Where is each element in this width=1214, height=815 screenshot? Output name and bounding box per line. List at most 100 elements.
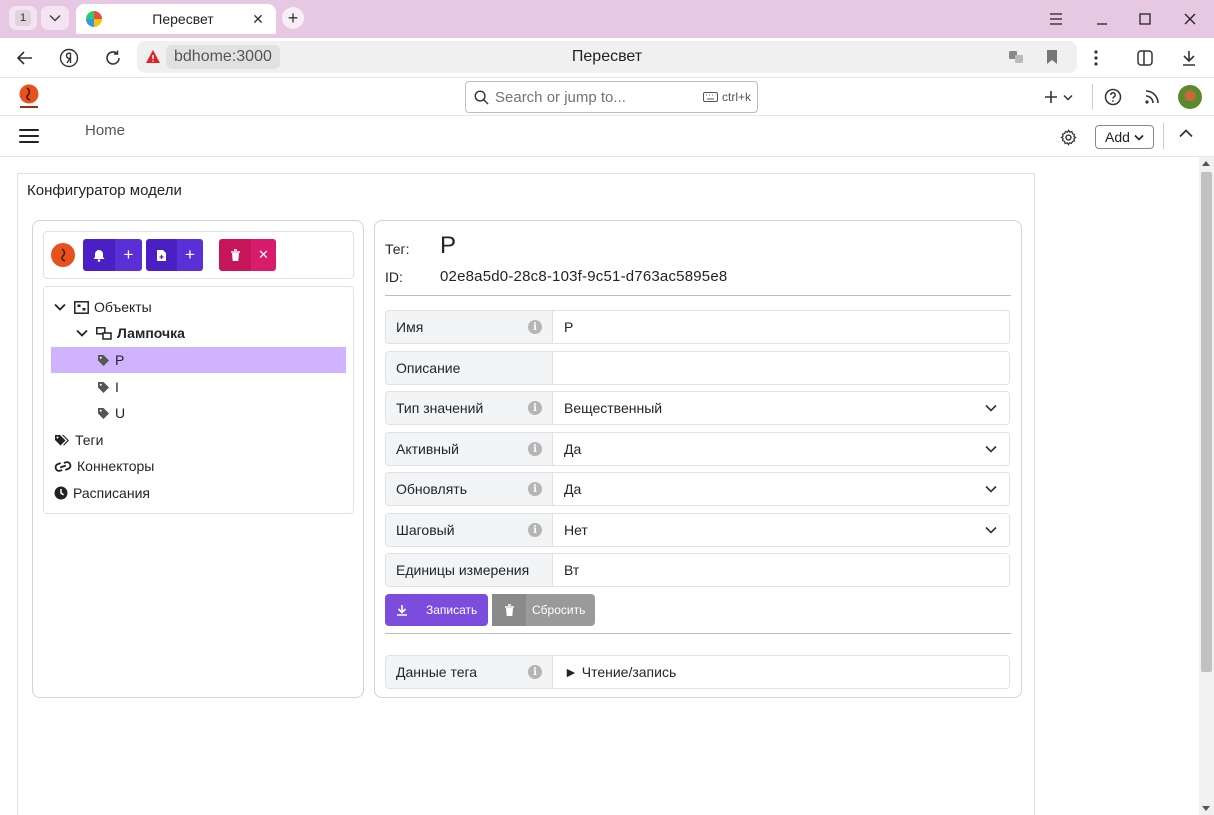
sidebar-panel-icon[interactable] bbox=[1132, 46, 1158, 70]
url-bar[interactable]: bdhome:3000 Пересвет bbox=[137, 41, 1077, 73]
info-icon[interactable]: i bbox=[528, 523, 542, 537]
field-value: P bbox=[564, 319, 574, 335]
tags-icon bbox=[54, 434, 70, 447]
tag-label: Тег: bbox=[385, 241, 410, 257]
info-icon[interactable]: i bbox=[528, 482, 542, 496]
new-tab-button[interactable]: + bbox=[282, 7, 304, 29]
bookmark-icon[interactable] bbox=[1043, 48, 1061, 66]
info-icon[interactable]: i bbox=[528, 442, 542, 456]
cancel-delete-button[interactable]: ✕ bbox=[251, 239, 276, 271]
value-type-select[interactable]: Вещественный bbox=[553, 392, 1009, 424]
field-description: Описание bbox=[385, 351, 1010, 385]
reload-icon[interactable] bbox=[100, 46, 126, 70]
subbar-divider bbox=[1163, 123, 1164, 149]
chevron-down-icon[interactable] bbox=[76, 329, 88, 337]
hamburger-menu-icon[interactable] bbox=[19, 129, 39, 145]
field-tag-data: Данные тега i ► Чтение/запись bbox=[385, 655, 1010, 689]
translate-icon[interactable] bbox=[1007, 48, 1025, 66]
app-subbar: Home Add bbox=[0, 117, 1214, 157]
user-avatar[interactable] bbox=[1178, 85, 1202, 109]
rss-icon[interactable] bbox=[1144, 87, 1160, 107]
tree-item-connectors[interactable]: Коннекторы bbox=[54, 453, 154, 479]
add-notification-button-group: + bbox=[83, 239, 142, 271]
close-tab-icon[interactable]: ✕ bbox=[250, 11, 266, 27]
tree-item-tag-u[interactable]: U bbox=[97, 400, 125, 426]
field-value: ► Чтение/запись bbox=[564, 664, 677, 680]
file-button[interactable] bbox=[146, 239, 177, 271]
create-new-button[interactable] bbox=[1044, 87, 1073, 107]
step-select[interactable]: Нет bbox=[553, 514, 1009, 546]
read-write-toggle[interactable]: ► Чтение/запись bbox=[553, 656, 1009, 688]
yandex-icon[interactable] bbox=[56, 46, 82, 70]
file-icon bbox=[157, 249, 166, 261]
chevron-up-icon[interactable] bbox=[1179, 129, 1193, 138]
scrollbar-thumb[interactable] bbox=[1201, 172, 1212, 672]
field-label: Данные тега bbox=[396, 664, 478, 680]
info-icon[interactable]: i bbox=[528, 320, 542, 334]
tree-item-schedules[interactable]: Расписания bbox=[54, 480, 150, 506]
description-input[interactable] bbox=[553, 352, 1009, 384]
menu-icon[interactable] bbox=[1045, 8, 1067, 30]
scroll-down-icon[interactable] bbox=[1202, 806, 1210, 811]
tree-pane: + + ✕ Объекты Лампочка P I U Теги Коннек… bbox=[32, 220, 364, 698]
bell-button[interactable] bbox=[83, 239, 115, 271]
tree-item-tags[interactable]: Теги bbox=[54, 427, 103, 453]
reset-button[interactable]: Сбросить bbox=[492, 594, 595, 626]
keyboard-icon bbox=[702, 92, 718, 102]
search-shortcut: ctrl+k bbox=[702, 90, 751, 104]
help-icon[interactable] bbox=[1104, 87, 1122, 107]
field-value: Да bbox=[564, 481, 582, 497]
warning-icon[interactable] bbox=[145, 49, 161, 65]
download-icon bbox=[385, 594, 419, 626]
tree-item-tag-p[interactable]: P bbox=[97, 347, 124, 373]
page-scrollbar[interactable] bbox=[1199, 157, 1214, 815]
search-input[interactable]: Search or jump to... bbox=[495, 89, 703, 106]
field-label: Шаговый bbox=[396, 522, 455, 538]
app-navbar: Search or jump to... ctrl+k bbox=[0, 78, 1214, 116]
minimize-icon[interactable] bbox=[1091, 8, 1113, 30]
update-select[interactable]: Да bbox=[553, 473, 1009, 505]
url-host[interactable]: bdhome:3000 bbox=[166, 45, 280, 69]
field-label-container: Обновлять i bbox=[386, 473, 553, 505]
field-label-container: Шаговый i bbox=[386, 514, 553, 546]
add-file-button[interactable]: + bbox=[177, 239, 203, 271]
save-button[interactable]: Записать bbox=[385, 594, 488, 626]
tree-item-lamp[interactable]: Лампочка bbox=[76, 320, 185, 346]
info-icon[interactable]: i bbox=[528, 401, 542, 415]
browser-tab-active[interactable]: Пересвет ✕ bbox=[76, 4, 276, 34]
delete-button[interactable] bbox=[219, 239, 251, 271]
maximize-icon[interactable] bbox=[1134, 8, 1156, 30]
tree-toolbar: + + ✕ bbox=[43, 231, 354, 279]
tag-icon bbox=[97, 381, 110, 394]
add-dropdown-button[interactable]: Add bbox=[1095, 125, 1154, 149]
active-select[interactable]: Да bbox=[553, 433, 1009, 465]
download-icon[interactable] bbox=[1176, 46, 1202, 70]
field-label-container: Описание bbox=[386, 352, 553, 384]
add-label: Add bbox=[1105, 129, 1130, 145]
tab-counter-button[interactable]: 1 bbox=[9, 6, 37, 30]
close-window-icon[interactable] bbox=[1179, 8, 1201, 30]
name-input[interactable]: P bbox=[553, 311, 1009, 343]
link-icon bbox=[54, 460, 72, 473]
field-label-container: Данные тега i bbox=[386, 656, 553, 688]
tag-value: P bbox=[440, 232, 457, 259]
tab-list-button[interactable] bbox=[41, 6, 69, 30]
tree-item-label: P bbox=[115, 352, 125, 368]
back-arrow-icon[interactable] bbox=[12, 46, 38, 70]
app-logo-icon[interactable] bbox=[18, 84, 40, 110]
gear-icon[interactable] bbox=[1060, 129, 1077, 146]
tree-item-objects[interactable]: Объекты bbox=[54, 294, 152, 320]
info-icon[interactable]: i bbox=[528, 665, 542, 679]
scroll-up-icon[interactable] bbox=[1202, 161, 1210, 166]
tree-item-tag-i[interactable]: I bbox=[97, 374, 119, 400]
add-notification-button[interactable]: + bbox=[115, 239, 142, 271]
breadcrumb-home[interactable]: Home bbox=[85, 122, 125, 139]
search-box[interactable]: Search or jump to... ctrl+k bbox=[465, 81, 758, 113]
more-vertical-icon[interactable] bbox=[1083, 46, 1109, 70]
field-update: Обновлять i Да bbox=[385, 472, 1010, 506]
chevron-down-icon[interactable] bbox=[54, 303, 66, 311]
delete-button-group: ✕ bbox=[219, 239, 276, 271]
units-input[interactable]: Вт bbox=[553, 554, 1009, 586]
field-label-container: Активный i bbox=[386, 433, 553, 465]
browser-tabbar: 1 Пересвет ✕ + bbox=[0, 0, 1214, 38]
